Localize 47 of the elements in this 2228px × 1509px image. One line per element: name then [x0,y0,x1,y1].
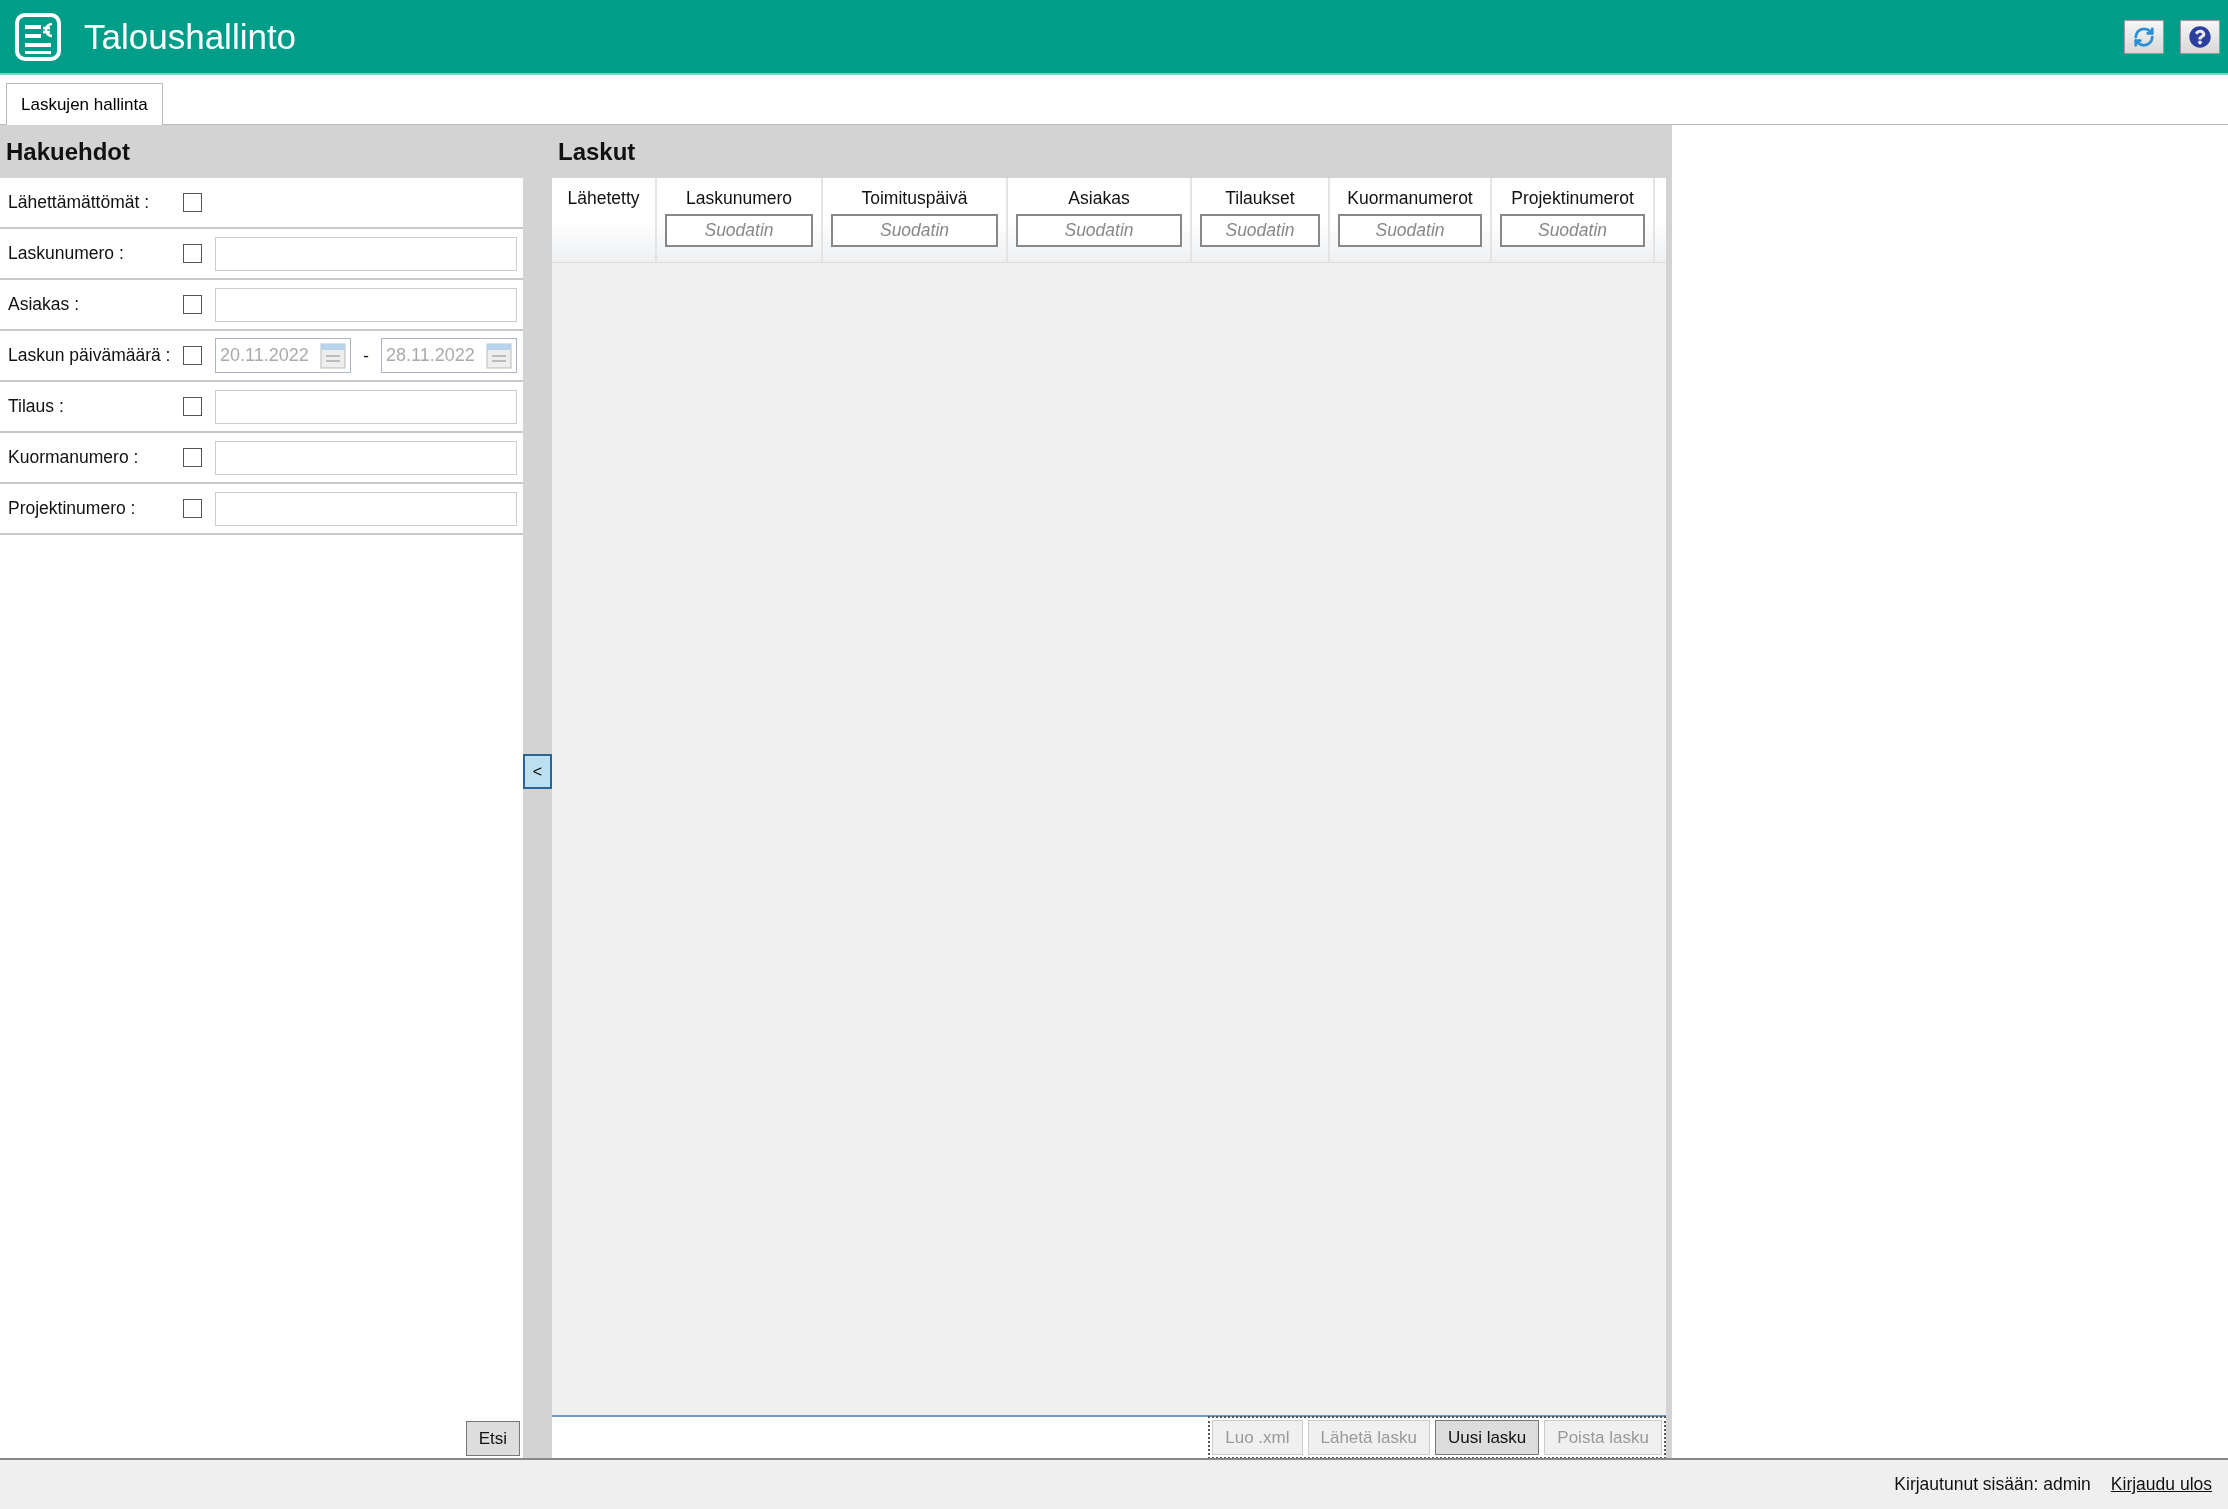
logout-link[interactable]: Kirjaudu ulos [2110,1474,2212,1495]
field-label: Tilaus : [8,396,65,417]
field-label: Laskunumero : [8,243,125,264]
checkbox[interactable] [183,397,202,416]
search-button[interactable]: Etsi [465,1421,520,1456]
column-header[interactable]: Kuormanumerot [1347,188,1473,214]
tab[interactable]: Laskujen hallinta [6,83,163,125]
checkbox[interactable] [183,244,202,263]
filter-field[interactable]: Suodatin [1338,214,1482,247]
collapse-button[interactable]: < [523,754,552,789]
text-field[interactable] [215,389,517,424]
field-label: Projektinumero : [8,498,137,519]
field-label: Laskun päivämäärä : [8,345,172,366]
text-field[interactable] [215,236,517,271]
panel-title: Hakuehdot [0,125,523,178]
column-header[interactable]: Projektinumerot [1511,188,1634,214]
list-icon [14,11,62,62]
checkbox[interactable] [183,193,202,212]
checkbox[interactable] [183,295,202,314]
filter-field[interactable]: Suodatin [831,214,998,247]
range-separator: - [362,345,370,366]
text-field[interactable] [215,287,517,322]
filter-field[interactable]: Suodatin [1016,214,1182,247]
action-button[interactable]: Uusi lasku [1434,1420,1540,1455]
column-header[interactable]: Lähetetty [567,188,640,214]
field-label: Kuormanumero : [8,447,140,468]
help-button[interactable] [2180,19,2220,54]
text-field[interactable] [215,491,517,526]
column-header[interactable]: Toimituspäivä [861,188,968,214]
login-status: Kirjautunut sisään: admin [1894,1474,2091,1495]
field-label: Lähettämättömät : [8,192,151,213]
refresh-icon [2133,25,2155,48]
filter-field[interactable]: Suodatin [1500,214,1645,247]
field-label: Asiakas : [8,294,80,315]
column-header[interactable]: Asiakas [1068,188,1130,214]
column-header[interactable]: Tilaukset [1225,188,1295,214]
text-field[interactable] [215,440,517,475]
column-header[interactable]: Laskunumero [685,188,792,214]
filter-field[interactable]: Suodatin [1200,214,1320,247]
splitter[interactable]: < [523,125,552,1458]
refresh-button[interactable] [2124,19,2164,54]
checkbox[interactable] [183,448,202,467]
filter-field[interactable]: Suodatin [665,214,813,247]
checkbox[interactable] [183,499,202,518]
app-title: Taloushallinto [84,16,298,57]
panel-title: Laskut [552,125,1666,178]
help-icon [2189,25,2211,48]
